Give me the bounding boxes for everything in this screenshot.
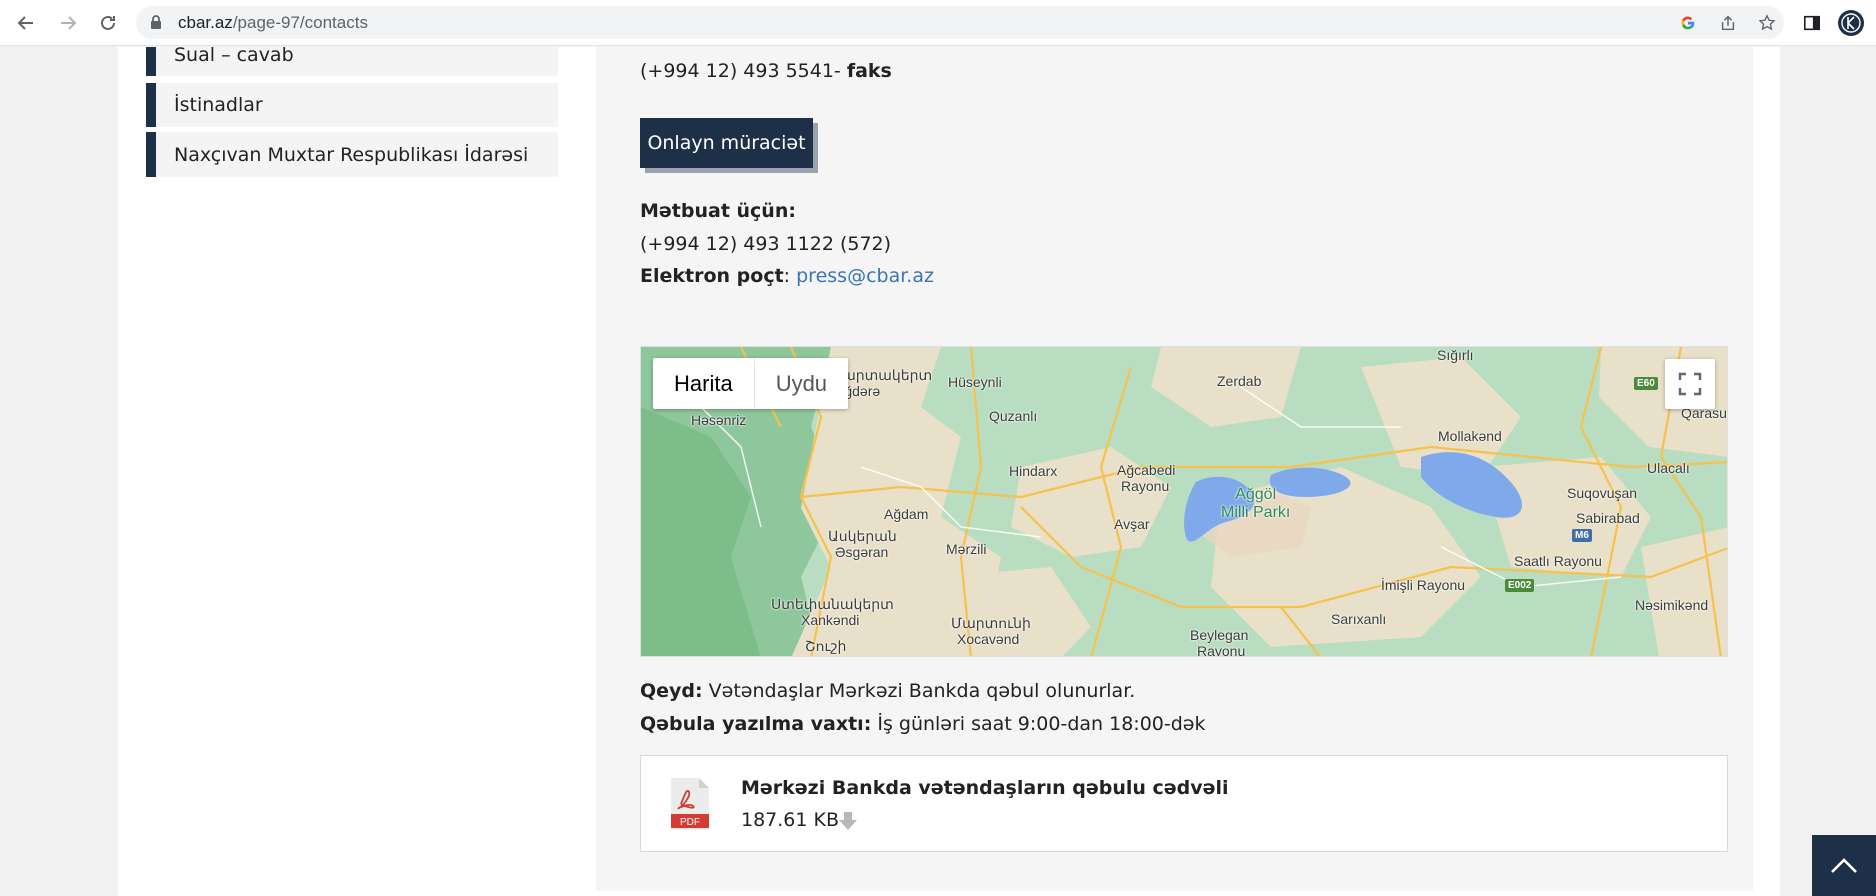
map-type-control: Harita Uydu <box>653 358 849 409</box>
fullscreen-icon <box>1678 372 1702 396</box>
map-label-askeran-arm: Ասկերան <box>828 528 897 544</box>
map-label-sabirabad: Sabirabad <box>1576 510 1640 526</box>
reload-icon <box>101 15 115 30</box>
document-size: 187.61 KB <box>741 809 840 831</box>
sidebar-item-nakhchivan[interactable]: Naxçıvan Muxtar Respublikası İdarəsi <box>146 132 558 177</box>
pdf-icon-text: PDF <box>680 817 700 828</box>
map-label-xocavend-arm: Մարտունի <box>951 615 1031 631</box>
download-icon[interactable] <box>837 810 859 832</box>
avatar-icon <box>1838 10 1864 36</box>
online-application-button[interactable]: Onlayn müraciət <box>640 118 813 168</box>
reload-button[interactable] <box>94 9 122 37</box>
map-label-park: Ağgöl Milli Parkı <box>1221 486 1291 521</box>
hours-label: Qəbula yazılma vaxtı: <box>640 713 872 735</box>
map-label-aghjabedi-rayon: Rayonu <box>1121 478 1170 494</box>
fax-line: (+994 12) 493 5541- faks <box>640 60 892 82</box>
share-icon[interactable] <box>1718 13 1738 33</box>
map-label-zerdab: Zerdab <box>1217 373 1262 389</box>
back-button[interactable] <box>12 9 40 37</box>
email-line: Elektron poçt: press@cbar.az <box>640 265 934 287</box>
map-label-xocavend: Xocavənd <box>957 631 1020 647</box>
map-label-beylegan: Beylegan <box>1190 627 1249 643</box>
document-card[interactable]: PDF Mərkəzi Bankda vətəndaşların qəbulu … <box>640 755 1728 852</box>
address-bar[interactable]: cbar.az/page-97/contacts <box>136 6 1784 39</box>
map-fullscreen-button[interactable] <box>1665 359 1715 409</box>
map-label-ulacali: Ulacalı <box>1647 460 1690 476</box>
map-label-aghjabedi: Ağcabedi <box>1117 462 1176 478</box>
note-text: Vətəndaşlar Mərkəzi Bankda qəbul olunurl… <box>708 680 1136 702</box>
map-label-mollakend: Mollakənd <box>1438 428 1502 444</box>
map-label-saatli: Saatlı Rayonu <box>1514 553 1602 569</box>
road-badge-e60: E60 <box>1634 377 1658 390</box>
bookmark-star-icon[interactable] <box>1757 13 1777 33</box>
map-label-hindarx: Hindarx <box>1009 463 1058 479</box>
forward-button[interactable] <box>54 9 82 37</box>
url-text: cbar.az/page-97/contacts <box>178 13 368 32</box>
map-tab-satellite[interactable]: Uydu <box>755 358 848 409</box>
google-map[interactable]: Sığırlı Zerdab Hüseynli Quzanlı Ağcabedi… <box>640 346 1728 657</box>
hours-line: Qəbula yazılma vaxtı: İş günləri saat 9:… <box>640 713 1205 735</box>
sidebar-item-references[interactable]: İstinadlar <box>146 83 558 127</box>
note-label: Qeyd: <box>640 680 703 702</box>
map-label-avshar: Avşar <box>1114 516 1150 532</box>
pdf-file-icon: PDF <box>671 778 709 830</box>
map-label-beylegan-rayon: Rayonu <box>1197 643 1246 657</box>
map-label-nesimikend: Nəsimikənd <box>1635 597 1709 613</box>
map-label-xankendi: Xankəndi <box>801 612 860 628</box>
hours-text: İş günləri saat 9:00-dan 18:00-dək <box>877 713 1206 735</box>
fax-number: (+994 12) 493 5541- <box>640 60 841 82</box>
browser-toolbar: cbar.az/page-97/contacts <box>0 0 1876 46</box>
sidebar-item-label: Naxçıvan Muxtar Respublikası İdarəsi <box>174 143 529 166</box>
arrow-left-icon <box>17 16 33 30</box>
map-label-suqovushan: Suqovuşan <box>1567 485 1638 501</box>
sidebar-item-faq[interactable]: Sual – cavab <box>146 47 558 76</box>
side-panel-icon <box>1803 15 1821 31</box>
side-panel-button[interactable] <box>1798 9 1826 37</box>
map-label-merzili: Mərzili <box>946 541 987 557</box>
map-label-huseynli: Hüseynli <box>948 374 1002 390</box>
press-heading: Mətbuat üçün: <box>640 200 796 222</box>
map-label-hesenriz: Həsənriz <box>691 412 747 428</box>
scroll-to-top-button[interactable] <box>1812 835 1876 896</box>
road-badge-e002: E002 <box>1505 579 1535 592</box>
map-label-sarixanli: Sarıxanlı <box>1331 611 1387 627</box>
map-label-aghdam: Ağdam <box>884 506 929 522</box>
map-tab-map[interactable]: Harita <box>653 358 755 409</box>
map-label-quzanli: Quzanlı <box>989 408 1038 424</box>
map-label-sigirli: Sığırlı <box>1437 347 1474 363</box>
map-label-askeran: Əsgəran <box>835 544 889 560</box>
press-phone: (+994 12) 493 1122 (572) <box>640 233 892 255</box>
map-label-imishli: İmişli Rayonu <box>1381 577 1466 593</box>
map-label-shushi-arm: Շուշի <box>805 638 847 654</box>
chevron-up-icon <box>1831 857 1857 873</box>
map-label-xankendi-arm: Ստեփանակերտ <box>771 596 894 612</box>
document-title[interactable]: Mərkəzi Bankda vətəndaşların qəbulu cədv… <box>741 777 1229 799</box>
profile-avatar[interactable] <box>1837 9 1865 37</box>
fax-label: faks <box>846 60 892 82</box>
sidebar-item-label: Sual – cavab <box>174 47 294 66</box>
note-line: Qeyd: Vətəndaşlar Mərkəzi Bankda qəbul o… <box>640 680 1135 702</box>
road-badge-m6: M6 <box>1572 529 1592 542</box>
sidebar-item-label: İstinadlar <box>174 94 263 116</box>
email-label: Elektron poçt <box>640 265 784 287</box>
lock-icon <box>151 15 161 29</box>
google-lens-icon[interactable] <box>1678 13 1698 33</box>
arrow-right-icon <box>61 16 77 30</box>
email-link[interactable]: press@cbar.az <box>796 265 934 287</box>
page-viewport: Sual – cavab İstinadlar Naxçıvan Muxtar … <box>0 47 1876 896</box>
